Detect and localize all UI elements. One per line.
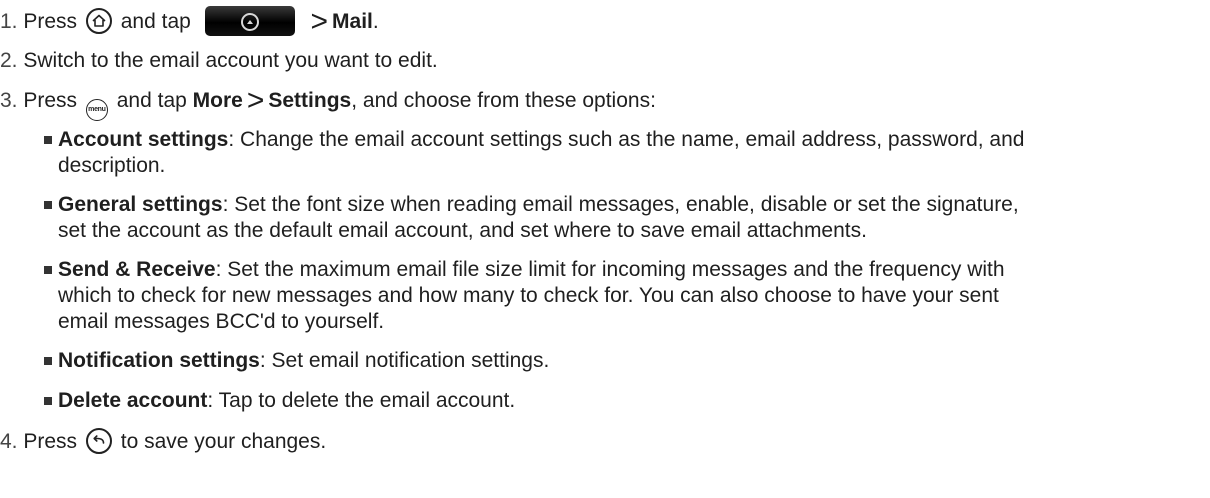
step-1: 1. Press and tap > Mail. [0, 5, 379, 38]
back-key-icon [85, 428, 112, 454]
bullet-marker [44, 201, 52, 209]
option-line: email messages BCC'd to yourself. [58, 310, 385, 333]
step-text: Press [23, 10, 78, 33]
step-text: and tap [120, 10, 191, 33]
step-text: . [372, 10, 379, 33]
home-key-icon [85, 8, 112, 34]
option-delete-account: Delete account: Tap to delete the email … [58, 388, 1198, 414]
option-line: Send & Receive: Set the maximum email fi… [58, 257, 1198, 283]
launcher-arrow-icon [240, 13, 259, 31]
bullet-marker [44, 136, 52, 144]
option-account-settings: Account settings: Change the email accou… [58, 127, 1198, 179]
step-text: , and choose from these options: [351, 89, 656, 112]
step-text: Switch to the email account you want to … [23, 49, 438, 72]
step-text: Press [23, 89, 78, 112]
option-line: description. [58, 154, 166, 177]
step-3: 3. Press menu and tap More > Settings, and… [0, 86, 656, 121]
option-line: set the account as the default email acc… [58, 219, 867, 242]
menu-key-icon: menu [85, 99, 108, 121]
path-separator: > [246, 84, 265, 117]
more-label: More [192, 89, 243, 112]
path-separator: > [310, 5, 329, 38]
bullet-marker [44, 397, 52, 405]
all-apps-launcher-icon [204, 6, 295, 36]
option-desc: : Tap to delete the email account. [207, 389, 516, 412]
option-title: Notification settings [58, 349, 260, 372]
step-text: and tap [116, 89, 187, 112]
option-line: Account settings: Change the email accou… [58, 127, 1198, 153]
option-title: Account settings [58, 128, 229, 151]
option-line: Delete account: Tap to delete the email … [58, 388, 1198, 414]
option-line: General settings: Set the font size when… [58, 192, 1198, 218]
option-line: Notification settings: Set email notific… [58, 348, 1198, 374]
step-number: 3. [0, 89, 18, 112]
step-text: to save your changes. [120, 430, 327, 453]
option-send-receive: Send & Receive: Set the maximum email fi… [58, 257, 1198, 335]
option-line: which to check for new messages and how … [58, 284, 999, 307]
option-general-settings: General settings: Set the font size when… [58, 192, 1198, 244]
option-title: Send & Receive [58, 258, 216, 281]
option-desc: : Set email notification settings. [259, 349, 550, 372]
option-title: Delete account [58, 389, 208, 412]
option-desc: : Set the maximum email file size limit … [215, 258, 1005, 281]
step-number: 2. [0, 49, 18, 72]
step-2: 2. Switch to the email account you want … [0, 48, 438, 74]
step-number: 1. [0, 10, 18, 33]
step-text: Press [23, 430, 78, 453]
bullet-marker [44, 266, 52, 274]
bullet-marker [44, 357, 52, 365]
step-number: 4. [0, 430, 18, 453]
option-title: General settings [58, 193, 223, 216]
step-4: 4. Press to save your changes. [0, 428, 326, 455]
option-desc: : Set the font size when reading email m… [222, 193, 1019, 216]
mail-label: Mail [332, 10, 373, 33]
option-desc: : Change the email account settings such… [228, 128, 1025, 151]
settings-label: Settings [268, 89, 352, 112]
option-notification-settings: Notification settings: Set email notific… [58, 348, 1198, 374]
